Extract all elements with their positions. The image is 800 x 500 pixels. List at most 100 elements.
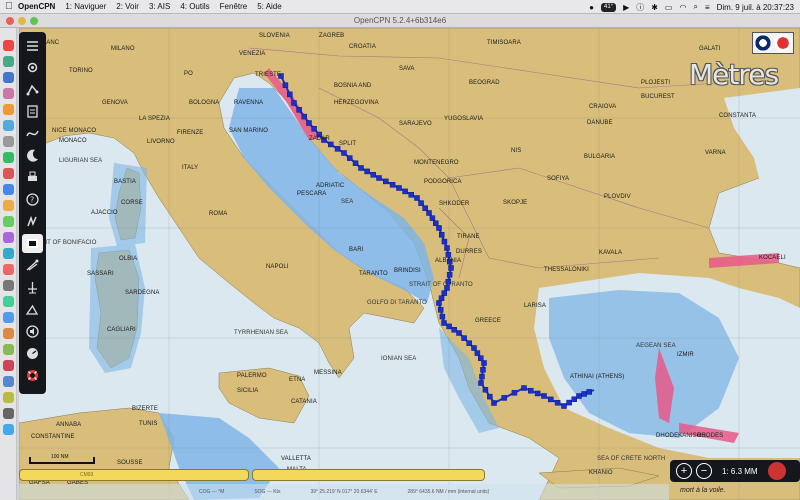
lifebuoy-icon[interactable]	[22, 366, 43, 385]
place-label: ADRIATIC	[316, 183, 345, 189]
dock-app-icon[interactable]	[3, 168, 14, 179]
dock-app-icon[interactable]	[3, 56, 14, 67]
background-caption: mort à la voile.	[680, 487, 726, 494]
waypoints-icon[interactable]	[22, 102, 43, 121]
place-label: ANNABA	[56, 422, 82, 428]
record-icon[interactable]: ●	[589, 3, 594, 12]
menubar-clock[interactable]: Dim. 9 juil. à 20:37:23	[717, 3, 794, 12]
place-label: IONIAN SEA	[381, 356, 417, 362]
dock-app-icon[interactable]	[3, 360, 14, 371]
compass-widget[interactable]	[752, 32, 794, 54]
minimize-window-button[interactable]	[18, 17, 26, 25]
bluetooth-icon[interactable]: ✱	[651, 3, 658, 12]
dock-app-icon[interactable]	[3, 136, 14, 147]
close-window-button[interactable]	[6, 17, 14, 25]
place-label: NICE MONACO	[52, 128, 97, 134]
main-toolbar: ?	[19, 32, 46, 394]
temperature-badge[interactable]: 41°	[600, 2, 617, 12]
control-center-icon[interactable]: ≡	[705, 3, 710, 12]
track-icon[interactable]	[22, 124, 43, 143]
svg-text:?: ?	[30, 196, 34, 205]
route-waypoint-marker	[422, 205, 428, 211]
dock-app-icon[interactable]	[3, 296, 14, 307]
dashboard-icon[interactable]	[22, 344, 43, 363]
route-waypoint-marker	[586, 389, 592, 395]
route-waypoint-marker	[441, 320, 447, 326]
gps-icon[interactable]	[22, 278, 43, 297]
battery-icon[interactable]: ▭	[665, 3, 673, 12]
place-label: TYRRHENIAN SEA	[234, 330, 289, 336]
place-label: CROATIA	[349, 44, 376, 50]
layers-icon[interactable]	[22, 256, 43, 275]
dock-app-icon[interactable]	[3, 104, 14, 115]
help-icon[interactable]: ?	[22, 190, 43, 209]
status-bar: COG --- °M SOG --- Kts 39° 25.219' N 017…	[19, 484, 669, 500]
pencil-icon[interactable]	[767, 462, 786, 480]
dock-app-icon[interactable]	[3, 392, 14, 403]
route-waypoint-marker	[436, 300, 442, 306]
dock-app-icon[interactable]	[3, 408, 14, 419]
dock-app-icon[interactable]	[3, 264, 14, 275]
speaker-icon[interactable]	[22, 322, 43, 341]
wifi-icon[interactable]: ◠	[679, 3, 686, 12]
dock-app-icon[interactable]	[3, 376, 14, 387]
dock-app-icon[interactable]	[3, 312, 14, 323]
chart-icon[interactable]	[22, 234, 43, 253]
print-icon[interactable]	[22, 168, 43, 187]
dock-app-icon[interactable]	[3, 184, 14, 195]
info-icon[interactable]: ⓘ	[636, 2, 644, 13]
chart-piano-right[interactable]	[252, 469, 485, 481]
zoom-out-button[interactable]: −	[696, 463, 712, 479]
zoom-in-button[interactable]: +	[676, 463, 692, 479]
ais-icon[interactable]	[22, 212, 43, 231]
route-waypoint-marker	[478, 355, 484, 361]
window-controls	[6, 17, 38, 25]
apple-icon[interactable]: 	[0, 1, 18, 12]
menu-app-name[interactable]: OpenCPN	[18, 2, 55, 11]
place-label: VARNA	[705, 150, 726, 156]
place-label: DANUBE	[587, 120, 613, 126]
chart-piano-left[interactable]: CM93	[19, 469, 249, 481]
dock-app-icon[interactable]	[3, 328, 14, 339]
settings-icon[interactable]	[22, 58, 43, 77]
menu-aide[interactable]: 5: Aide	[257, 2, 281, 11]
dock-app-icon[interactable]	[3, 216, 14, 227]
place-label: DURRES	[456, 249, 482, 255]
dock-app-icon[interactable]	[3, 280, 14, 291]
dock-app-icon[interactable]	[3, 120, 14, 131]
search-icon[interactable]: ⌕	[693, 2, 697, 12]
gps-status-icon[interactable]	[774, 34, 792, 52]
route-waypoint-marker	[383, 178, 389, 185]
route-waypoint-marker	[437, 307, 444, 313]
place-label: CAGLIARI	[107, 327, 136, 333]
menu-icon[interactable]	[22, 36, 43, 55]
menu-fenetre[interactable]: Fenêtre	[220, 2, 248, 11]
dock-app-icon[interactable]	[3, 200, 14, 211]
play-icon[interactable]: ▶	[623, 3, 629, 12]
dock-app-icon[interactable]	[3, 88, 14, 99]
zoom-window-button[interactable]	[30, 17, 38, 25]
dock-app-icon[interactable]	[3, 344, 14, 355]
route-waypoint-marker	[311, 126, 317, 132]
menu-ais[interactable]: 3: AIS	[149, 2, 170, 11]
status-sog: SOG --- Kts	[254, 489, 281, 495]
place-label: CRAIOVA	[589, 104, 617, 110]
menu-voir[interactable]: 2: Voir	[116, 2, 139, 11]
route-icon[interactable]	[22, 80, 43, 99]
place-label: GALATI	[699, 46, 721, 52]
chart-map[interactable]	[19, 28, 800, 500]
dock-app-icon[interactable]	[3, 248, 14, 259]
chart-canvas[interactable]: SLOVENIA ZAGREB CROATIA TIMISOARA GALATI MONT…	[19, 28, 800, 500]
moon-icon[interactable]	[22, 146, 43, 165]
menu-naviguer[interactable]: 1: Naviguer	[65, 2, 106, 11]
depth-units-label: Mètres	[689, 58, 779, 91]
dock-app-icon[interactable]	[3, 72, 14, 83]
dock-app-icon[interactable]	[3, 424, 14, 435]
satellite-icon[interactable]	[22, 300, 43, 319]
dock-app-icon[interactable]	[3, 152, 14, 163]
dock-app-icon[interactable]	[3, 232, 14, 243]
dock-app-icon[interactable]	[3, 40, 14, 51]
route-waypoint-marker	[441, 290, 448, 296]
menu-outils[interactable]: 4: Outils	[180, 2, 209, 11]
north-arrow-icon[interactable]	[754, 34, 772, 52]
